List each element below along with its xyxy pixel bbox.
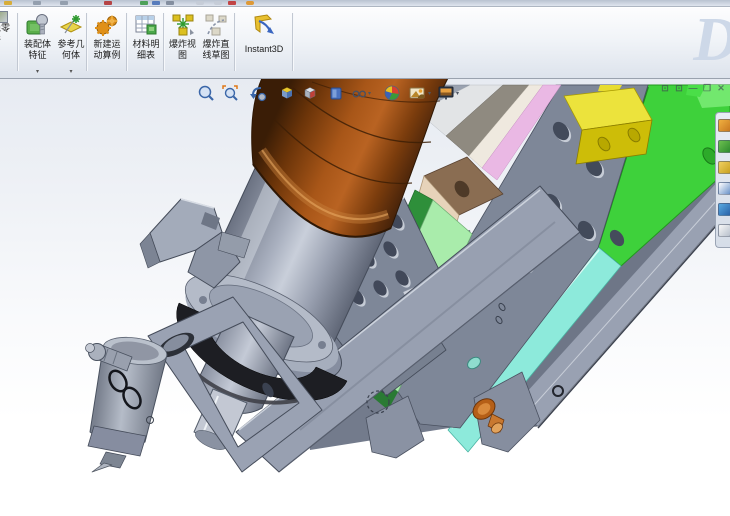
toolbar-separator <box>163 13 165 71</box>
clipped-icon <box>228 1 236 5</box>
exploded-view-icon <box>170 12 196 38</box>
command-manager-toolbar: D 隐零件 装配体特征 ▾ 参考几何体 ▾ <box>0 7 730 79</box>
section-view-icon[interactable] <box>278 84 296 102</box>
close-button[interactable]: ✕ <box>714 83 728 94</box>
task-pane-tab-strip <box>715 112 730 248</box>
solidworks-resources-tab[interactable] <box>718 119 730 132</box>
new-motion-study-icon <box>94 12 120 38</box>
heads-up-view-toolbar: ▾ ▾ ▾ <box>0 84 730 104</box>
button-label: 新建运 动算例 <box>93 39 121 60</box>
edit-appearance-icon[interactable] <box>383 84 401 102</box>
explode-line-sketch-button[interactable]: 爆炸直 线草图 <box>199 9 233 75</box>
clipped-icon <box>152 1 160 5</box>
button-label: 爆炸视图 <box>168 39 196 60</box>
hidden-components-button-clipped[interactable]: 隐零件 <box>0 9 16 75</box>
toolbar-separator <box>86 13 88 71</box>
hidden-components-icon <box>0 11 8 23</box>
design-library-tab[interactable] <box>718 140 730 153</box>
view-orientation-icon[interactable] <box>301 84 319 102</box>
clipped-icon <box>140 1 148 5</box>
pane-button[interactable]: ⊡ <box>658 83 672 94</box>
instant3d-button[interactable]: Instant3D <box>237 9 291 75</box>
reference-geometry-icon <box>58 12 84 38</box>
hud-caret[interactable]: ▾ <box>368 90 371 97</box>
zoom-to-fit-icon[interactable] <box>197 84 215 102</box>
document-window-controls: ⊡ ⊡ — ❐ ✕ <box>658 83 728 94</box>
previous-view-icon[interactable] <box>249 84 267 102</box>
clipped-icon <box>166 1 174 5</box>
clipped-icon <box>196 1 204 5</box>
assembly-features-button[interactable]: 装配体 特征 ▾ <box>19 9 56 75</box>
solidworks-logo-watermark: D <box>693 9 730 71</box>
instant3d-icon <box>251 12 277 38</box>
hidden-components-label: 隐零件 <box>0 23 11 44</box>
bill-of-materials-button[interactable]: 材料明 细表 <box>129 9 163 75</box>
button-label: 材料明 细表 <box>132 39 160 60</box>
view-settings-icon[interactable] <box>437 84 455 102</box>
toolbar-separator <box>234 13 236 71</box>
hud-caret[interactable]: ▾ <box>456 90 459 97</box>
new-motion-study-button[interactable]: 新建运 动算例 <box>89 9 125 75</box>
assembly-features-icon <box>25 12 51 38</box>
dropdown-caret[interactable]: ▾ <box>56 69 86 75</box>
button-label: 装配体 特征 <box>23 39 51 60</box>
assembly-3d-model[interactable] <box>0 78 730 516</box>
graphics-viewport[interactable]: ▾ ▾ ▾ ⊡ ⊡ — ❐ ✕ <box>0 78 730 516</box>
toolbar-separator <box>126 13 128 71</box>
hide-show-items-icon[interactable] <box>352 84 366 102</box>
clipped-icon <box>60 1 68 5</box>
toolbar-separator <box>292 13 294 71</box>
file-explorer-tab[interactable] <box>718 161 730 174</box>
minimize-button[interactable]: — <box>686 83 700 93</box>
apply-scene-icon[interactable] <box>408 84 426 102</box>
custom-properties-tab[interactable] <box>718 224 730 237</box>
view-palette-tab[interactable] <box>718 182 730 195</box>
bill-of-materials-icon <box>133 12 159 38</box>
clipped-toolbar-strip <box>0 0 730 7</box>
clipped-icon <box>104 1 112 5</box>
reference-geometry-button[interactable]: 参考几 何体 ▾ <box>56 9 86 75</box>
dispense-needle[interactable] <box>91 451 127 473</box>
solidworks-window: { "window": { "watermark": "D", "control… <box>0 0 730 516</box>
zoom-to-area-icon[interactable] <box>221 84 239 102</box>
clipped-icon <box>214 1 222 5</box>
explode-line-sketch-icon <box>203 12 229 38</box>
button-label: Instant3D <box>244 44 284 54</box>
appearances-scenes-tab[interactable] <box>718 203 730 216</box>
clipped-icon <box>4 1 12 5</box>
button-label: 爆炸直 线草图 <box>202 39 230 60</box>
display-style-icon[interactable] <box>327 84 345 102</box>
restore-button[interactable]: ❐ <box>700 83 714 94</box>
exploded-view-button[interactable]: 爆炸视图 <box>166 9 199 75</box>
dropdown-caret[interactable]: ▾ <box>19 69 56 75</box>
pane-button[interactable]: ⊡ <box>672 83 686 94</box>
hud-caret[interactable]: ▾ <box>428 90 431 97</box>
clipped-icon <box>33 1 41 5</box>
clipped-icon <box>246 1 254 5</box>
button-label: 参考几 何体 <box>57 39 85 60</box>
